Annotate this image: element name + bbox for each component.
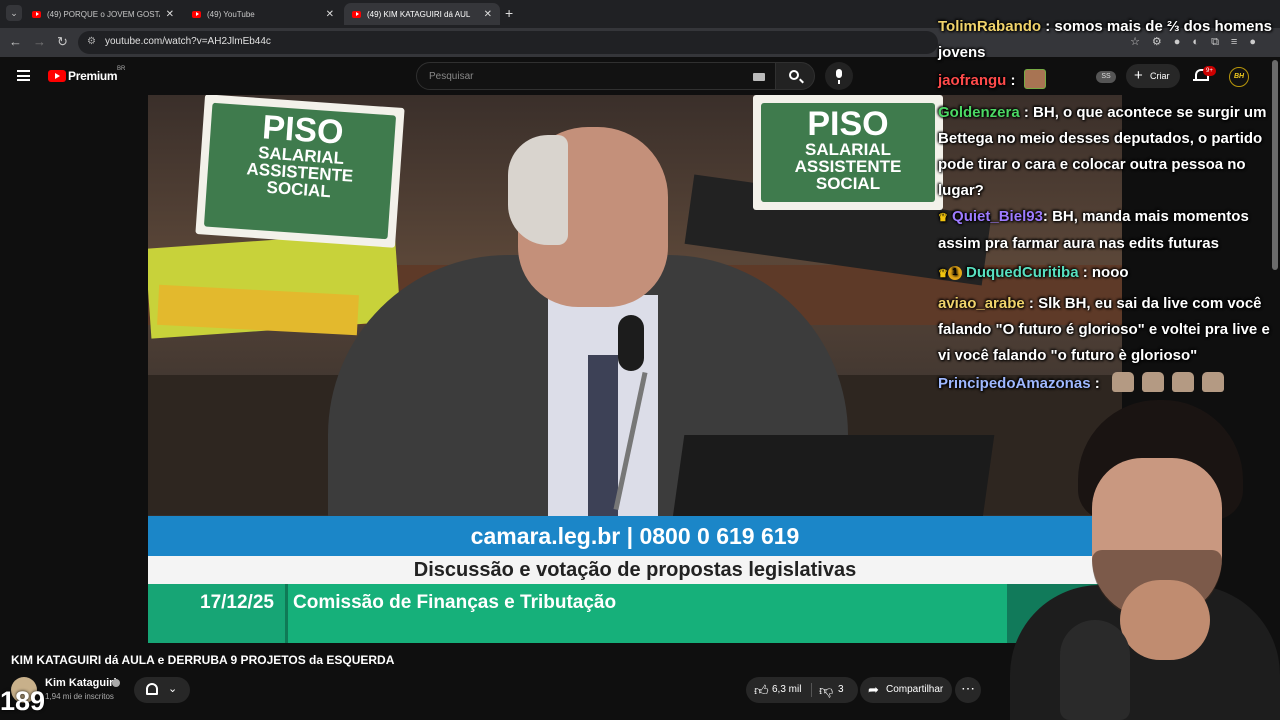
webcam-hand — [1120, 580, 1210, 660]
bell-icon — [146, 683, 158, 695]
chat-message: TolimRabando : somos mais de ⅔ dos homen… — [938, 18, 1272, 61]
search-placeholder: Pesquisar — [429, 71, 474, 82]
protest-sign: PISO SALARIAL ASSISTENTE SOCIAL — [195, 95, 405, 248]
share-icon: ➦ — [868, 682, 879, 697]
emote-icon — [1201, 372, 1224, 392]
banner-contact: camara.leg.br | 0800 0 619 619 — [148, 516, 1122, 556]
dislike-count: 3 — [838, 684, 844, 695]
tab-title: (49) YouTube — [207, 9, 255, 19]
tab-2[interactable]: (49) YouTube ✕ — [184, 3, 342, 25]
address-bar[interactable]: ⚙ youtube.com/watch?v=AH2JlmEb44c — [78, 31, 938, 54]
laptop — [671, 435, 995, 525]
chat-username: Quiet_Biel93 — [952, 208, 1043, 225]
chat-message: jaofrangu : — [938, 68, 1280, 94]
left-gutter — [0, 95, 148, 643]
chevron-down-icon: ⌄ — [168, 683, 178, 695]
webcam-microphone — [1060, 620, 1130, 720]
reload-icon[interactable]: ↻ — [57, 34, 68, 50]
protest-sign: PISO SALARIAL ASSISTENTE SOCIAL — [753, 95, 943, 210]
like-dislike-group[interactable]: 👍︎ 6,3 mil 👎︎ 3 — [746, 677, 858, 703]
tab-3-active[interactable]: (49) KIM KATAGUIRI dá AUL ✕ — [344, 3, 500, 25]
divider — [811, 683, 812, 697]
banner-date: 17/12/25 — [200, 592, 274, 613]
microphone — [618, 315, 644, 371]
crown-icon: ♛ — [938, 212, 948, 224]
keyboard-icon[interactable] — [753, 73, 765, 81]
country-code: BR — [117, 66, 126, 72]
mic-icon[interactable] — [825, 62, 853, 90]
thumbs-down-icon[interactable]: 👎︎ — [819, 677, 833, 703]
back-icon[interactable]: ← — [9, 34, 22, 49]
chat-message: aviao_arabe : Slk BH, eu sai da live com… — [938, 295, 1270, 364]
banner-divider — [285, 584, 288, 643]
chat-username: DuquedCuritiba — [966, 264, 1079, 281]
streamer-webcam — [990, 400, 1280, 720]
search-icon — [789, 70, 799, 80]
close-icon[interactable]: ✕ — [166, 9, 174, 20]
channel-name[interactable]: Kim Kataguiri — [45, 677, 117, 689]
chat-username: Goldenzera — [938, 104, 1020, 121]
search-button[interactable] — [775, 62, 815, 90]
site-info-icon[interactable]: ⚙ — [87, 36, 96, 47]
page-scrollbar[interactable] — [1272, 60, 1278, 270]
chat-message: ♛ Quiet_Biel93: BH, manda mais momentos … — [938, 208, 1249, 252]
banner-subject: Discussão e votação de propostas legisla… — [148, 556, 1122, 584]
chat-message: ♛ 1 DuquedCuritiba : nooo — [938, 264, 1129, 281]
chat-username: jaofrangu — [938, 72, 1007, 89]
sign-title: PISO — [807, 105, 889, 143]
tab-title: (49) KIM KATAGUIRI dá AUL — [367, 9, 471, 19]
tab-search-icon[interactable]: ⌄ — [6, 5, 22, 21]
share-button[interactable]: ➦ Compartilhar — [860, 677, 952, 703]
verified-icon — [112, 679, 120, 687]
sign-line: SALARIAL — [805, 140, 891, 159]
youtube-logo-icon[interactable] — [48, 70, 66, 82]
hamburger-icon[interactable] — [17, 70, 30, 81]
more-icon[interactable]: ⋯ — [955, 677, 981, 703]
chat-username: PrincipedoAmazonas — [938, 375, 1091, 392]
chat-message: Goldenzera : BH, o que acontece se surgi… — [938, 104, 1267, 199]
chat-text: nooo — [1091, 264, 1129, 281]
like-count: 6,3 mil — [772, 684, 802, 695]
youtube-favicon-icon — [352, 10, 361, 18]
subscriber-count: 1,94 mi de inscritos — [45, 692, 114, 701]
chat-message: PrincipedoAmazonas : — [938, 371, 1280, 397]
share-label: Compartilhar — [886, 684, 944, 695]
viewer-count-overlay: 189 — [0, 686, 46, 716]
medal-icon: 1 — [947, 266, 962, 280]
screen: ⌄ (49) PORQUE o JOVEM GOSTA ✕ (49) YouTu… — [0, 0, 1280, 720]
thumbs-up-icon[interactable]: 👍︎ — [754, 677, 769, 703]
close-icon[interactable]: ✕ — [326, 9, 334, 20]
search-input[interactable]: Pesquisar — [416, 62, 776, 90]
url-text: youtube.com/watch?v=AH2JlmEb44c — [105, 36, 271, 47]
close-icon[interactable]: ✕ — [484, 9, 492, 20]
speaker-hair — [508, 135, 568, 245]
new-tab-icon[interactable]: + — [505, 5, 513, 21]
tab-1[interactable]: (49) PORQUE o JOVEM GOSTA ✕ — [24, 3, 182, 25]
emote-icon — [1171, 372, 1194, 392]
banner-commission: Comissão de Finanças e Tributação — [293, 592, 617, 613]
youtube-favicon-icon — [32, 10, 41, 18]
emote-icon — [1023, 69, 1046, 89]
chat-username: aviao_arabe — [938, 295, 1025, 312]
video-title: KIM KATAGUIRI dá AULA e DERRUBA 9 PROJET… — [11, 653, 395, 667]
emote-icon — [1111, 372, 1134, 392]
forward-icon[interactable]: → — [33, 34, 46, 49]
youtube-favicon-icon — [192, 10, 201, 18]
sign-line: SOCIAL — [815, 174, 881, 193]
tab-title: (49) PORQUE o JOVEM GOSTA — [47, 9, 160, 19]
crown-icon: ♛ — [938, 268, 948, 280]
chat-username: TolimRabando — [938, 18, 1042, 35]
sign-line: ASSISTENTE — [794, 157, 902, 176]
notification-settings-button[interactable]: ⌄ — [134, 677, 190, 703]
youtube-wordmark[interactable]: Premium — [68, 69, 118, 83]
emote-icon — [1141, 372, 1164, 392]
banner-commission-bar: 17/12/25 Comissão de Finanças e Tributaç… — [148, 584, 1122, 643]
